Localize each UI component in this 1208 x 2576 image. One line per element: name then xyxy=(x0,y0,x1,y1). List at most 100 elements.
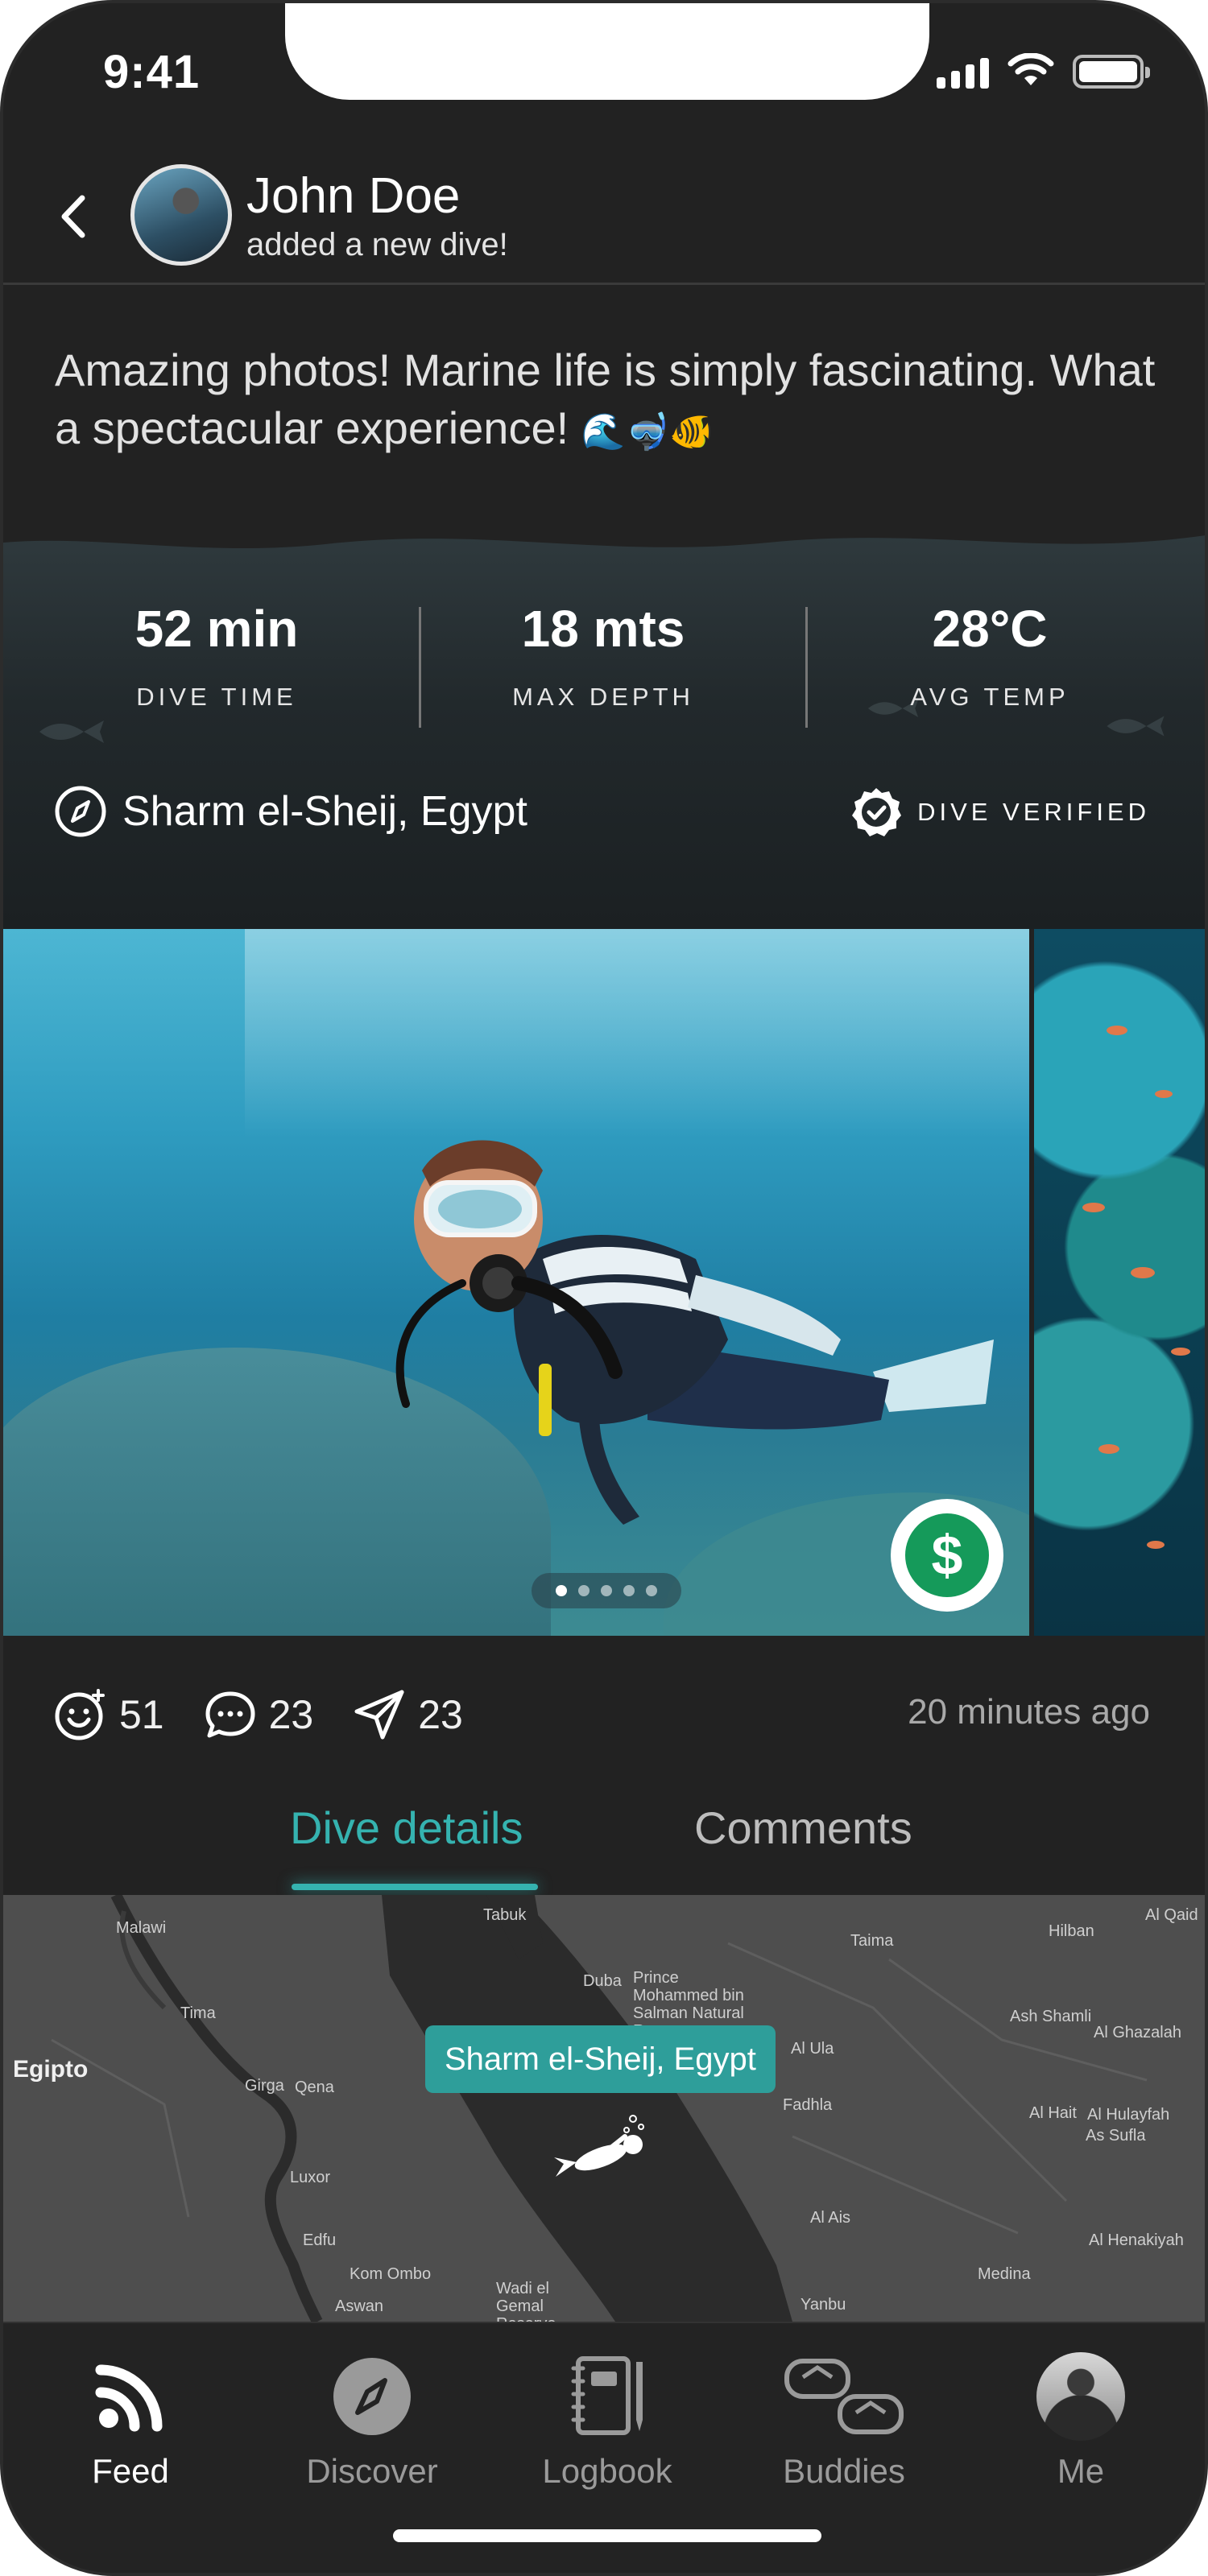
dollar-icon: $ xyxy=(905,1513,989,1597)
nav-buddies[interactable]: Buddies xyxy=(755,2352,933,2491)
signal-icon xyxy=(937,56,989,89)
map-place: Edfu xyxy=(303,2231,337,2249)
map-place: Medina xyxy=(978,2265,1031,2283)
user-avatar[interactable] xyxy=(130,164,232,266)
map-place: Duba xyxy=(583,1972,622,1990)
comment-count: 23 xyxy=(268,1692,314,1737)
user-name[interactable]: John Doe xyxy=(246,167,460,225)
compass-icon xyxy=(55,786,106,837)
map-place: Hilban xyxy=(1049,1922,1094,1940)
map-country-label: Egipto xyxy=(13,2056,89,2083)
verified-check-icon xyxy=(852,788,902,836)
nav-me[interactable]: Me xyxy=(992,2352,1169,2491)
comment-icon xyxy=(205,1691,255,1738)
map-place: Ash Shamli xyxy=(1010,2008,1092,2025)
stat-avg-temp: 28°C AVG TEMP xyxy=(817,599,1163,712)
status-time: 9:41 xyxy=(103,46,201,98)
avatar xyxy=(1036,2352,1125,2441)
nav-me-label: Me xyxy=(1057,2452,1105,2490)
status-icons xyxy=(937,53,1150,89)
nav-discover[interactable]: Discover xyxy=(283,2352,461,2491)
tab-comments[interactable]: Comments xyxy=(694,1802,912,1854)
dive-time-value: 52 min xyxy=(134,600,299,658)
map-place: Al Ais xyxy=(810,2209,851,2227)
map-place: Yanbu xyxy=(801,2296,846,2314)
notebook-icon xyxy=(571,2356,643,2435)
post-emojis: 🌊🤿🐠 xyxy=(581,412,714,452)
map-place: Luxor xyxy=(290,2169,331,2186)
like-count: 51 xyxy=(119,1692,164,1737)
detail-tabs: Dive details Comments xyxy=(3,1792,1205,1893)
avg-temp-value: 28°C xyxy=(932,600,1048,658)
reactions-bar: 51 23 23 xyxy=(53,1687,502,1742)
map-place: As Sufla xyxy=(1086,2127,1146,2145)
stat-divider xyxy=(419,607,421,728)
battery-icon xyxy=(1073,55,1150,89)
nav-discover-label: Discover xyxy=(306,2452,438,2490)
share-count: 23 xyxy=(418,1692,463,1737)
map-place: Taima xyxy=(850,1932,894,1950)
rss-icon xyxy=(95,2364,163,2432)
home-indicator[interactable] xyxy=(393,2529,821,2542)
back-arrow-icon[interactable] xyxy=(50,188,98,245)
map-place: Al Qaid xyxy=(1145,1906,1198,1924)
carousel-dot[interactable] xyxy=(578,1585,590,1596)
map-place: Al Hulayfah xyxy=(1087,2106,1170,2124)
scuba-diver-marker-icon xyxy=(554,2115,644,2177)
compass-icon xyxy=(333,2358,411,2435)
comment-button[interactable]: 23 xyxy=(203,1687,314,1742)
like-button[interactable]: 51 xyxy=(53,1687,164,1742)
dive-mask-icon xyxy=(784,2359,904,2434)
stat-dive-time: 52 min DIVE TIME xyxy=(43,599,390,712)
wifi-icon xyxy=(1007,53,1054,85)
carousel-indicator[interactable] xyxy=(532,1573,681,1608)
tab-dive-details[interactable]: Dive details xyxy=(290,1802,523,1854)
carousel-dot[interactable] xyxy=(601,1585,612,1596)
dive-photo-main[interactable] xyxy=(3,929,1029,1636)
active-tab-indicator xyxy=(292,1884,538,1890)
map-place: Aswan xyxy=(335,2297,384,2315)
map-place: Al Henakiyah xyxy=(1089,2231,1184,2249)
max-depth-label: MAX DEPTH xyxy=(512,683,694,711)
map-place: Wadi el Gemal Reserve xyxy=(496,2280,556,2322)
max-depth-value: 18 mts xyxy=(521,600,685,658)
nav-logbook-label: Logbook xyxy=(542,2452,672,2490)
location-text: Sharm el-Sheij, Egypt xyxy=(122,788,527,835)
map-place: Qena xyxy=(295,2079,334,2096)
dive-location[interactable]: Sharm el-Sheij, Egypt xyxy=(53,784,527,839)
post-timestamp: 20 minutes ago xyxy=(908,1692,1150,1732)
post-text: Amazing photos! Marine life is simply fa… xyxy=(55,341,1166,461)
map-place: Al Ula xyxy=(791,2040,834,2058)
status-bar: 9:41 xyxy=(3,3,1205,124)
post-subtitle: added a new dive! xyxy=(246,227,508,262)
post-header: John Doe added a new dive! xyxy=(3,156,1205,285)
dive-stats-panel: 52 min DIVE TIME 18 mts MAX DEPTH 28°C A… xyxy=(3,518,1205,929)
map-marker-label[interactable]: Sharm el-Sheij, Egypt xyxy=(425,2025,776,2093)
carousel-dot[interactable] xyxy=(646,1585,657,1596)
verified-text: DIVE VERIFIED xyxy=(917,798,1150,826)
map-place: Fadhla xyxy=(783,2096,833,2114)
fish-decoration-icon xyxy=(39,720,104,743)
phone-screen: 9:41 John Doe added a new dive! Amazing … xyxy=(0,0,1208,2576)
fish-decoration-icon xyxy=(1107,716,1165,737)
stat-divider xyxy=(805,607,808,728)
carousel-dot[interactable] xyxy=(623,1585,635,1596)
stat-max-depth: 18 mts MAX DEPTH xyxy=(430,599,776,712)
map-place: Malawi xyxy=(116,1919,167,1937)
nav-feed[interactable]: Feed xyxy=(42,2352,219,2491)
paid-content-button[interactable]: $ xyxy=(891,1499,1003,1612)
dive-photo-next[interactable] xyxy=(1034,929,1205,1636)
nav-logbook[interactable]: Logbook xyxy=(519,2352,696,2491)
smile-icon xyxy=(55,1689,105,1740)
nav-buddies-label: Buddies xyxy=(783,2452,905,2490)
avg-temp-label: AVG TEMP xyxy=(910,683,1069,711)
dive-location-map[interactable]: Egipto Malawi Qena Luxor Edfu Aswan Kom … xyxy=(3,1895,1205,2322)
map-terrain xyxy=(3,1895,1205,2322)
map-place: Tima xyxy=(180,2004,216,2022)
share-button[interactable]: 23 xyxy=(352,1687,463,1742)
carousel-dot[interactable] xyxy=(556,1585,567,1596)
map-place: Al Hait xyxy=(1029,2104,1077,2122)
dive-time-label: DIVE TIME xyxy=(136,683,297,711)
wave-decoration xyxy=(3,518,1205,549)
nav-feed-label: Feed xyxy=(92,2452,169,2490)
